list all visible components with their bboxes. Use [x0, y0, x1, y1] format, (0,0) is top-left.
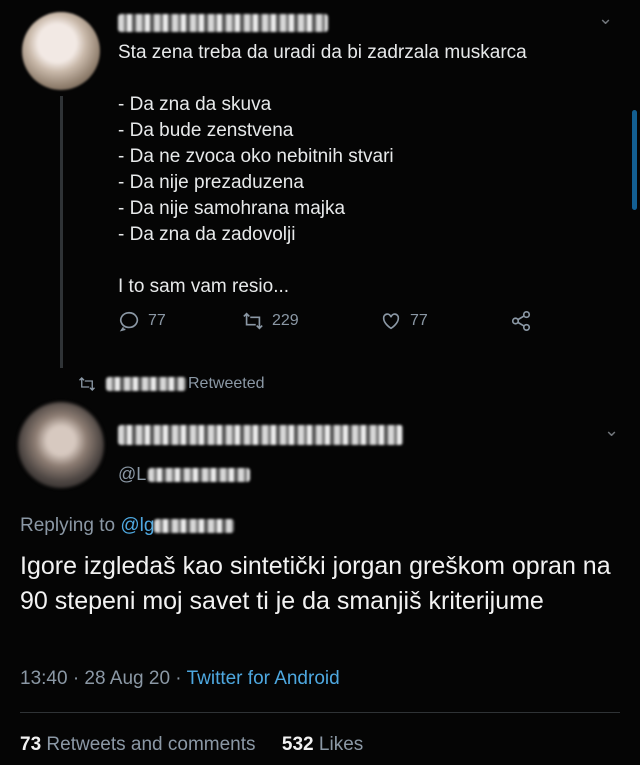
tweet-actions: 77 229 77 [118, 310, 548, 342]
likes-count: 532 [281, 734, 314, 755]
retweet-button[interactable]: 229 [242, 310, 299, 332]
reply-count: 77 [148, 312, 166, 329]
tweet-text: Sta zena treba da uradi da bi zadrzala m… [118, 42, 527, 297]
divider [20, 712, 620, 713]
chevron-down-icon[interactable]: ⌄ [598, 8, 613, 29]
share-button[interactable] [510, 310, 532, 332]
replying-to-handle[interactable]: @lg [120, 515, 154, 536]
replying-to-handle-blurred[interactable] [154, 518, 235, 533]
reply-button[interactable]: 77 [118, 310, 166, 332]
chevron-down-icon[interactable]: ⌄ [604, 420, 619, 441]
timestamp[interactable]: 13:40 · 28 Aug 20 · [20, 668, 187, 689]
retweets-stat[interactable]: 73 Retweets and comments [20, 734, 256, 755]
like-count: 77 [410, 312, 428, 329]
author-handle-text: @L [118, 464, 147, 484]
reply-icon [119, 311, 139, 332]
retweet-icon [243, 312, 263, 330]
likes-label: Likes [318, 734, 364, 755]
author-handle[interactable]: @L [118, 464, 251, 485]
avatar[interactable] [22, 12, 100, 90]
heart-icon [382, 313, 400, 330]
tweet-meta: 13:40 · 28 Aug 20 · Twitter for Android [20, 668, 340, 690]
scrollbar[interactable] [632, 110, 637, 210]
retweets-label: Retweets and comments [46, 734, 256, 755]
thread-line [60, 96, 63, 368]
replying-to-label: Replying to [20, 515, 116, 536]
share-icon [511, 311, 531, 331]
retweets-count: 73 [20, 734, 42, 755]
tweet-stats: 73 Retweets and comments 532 Likes [20, 734, 363, 756]
retweet-icon [79, 377, 95, 391]
author-handle-blurred [148, 467, 251, 482]
avatar[interactable] [18, 402, 104, 488]
like-button[interactable]: 77 [380, 310, 428, 332]
tweet-text: Igore izgledaš kao sintetički jorgan gre… [20, 552, 611, 615]
replying-to: Replying to @lg [20, 515, 235, 537]
author-name-blurred[interactable] [118, 425, 403, 445]
retweeter-name-blurred[interactable] [106, 377, 186, 391]
likes-stat[interactable]: 532 Likes [282, 734, 363, 755]
author-name-blurred[interactable] [118, 14, 328, 32]
tweet-source[interactable]: Twitter for Android [187, 668, 340, 689]
retweet-count: 229 [272, 312, 299, 329]
retweeted-label: Retweeted [188, 375, 265, 392]
retweeted-indicator: Retweeted [78, 372, 265, 396]
